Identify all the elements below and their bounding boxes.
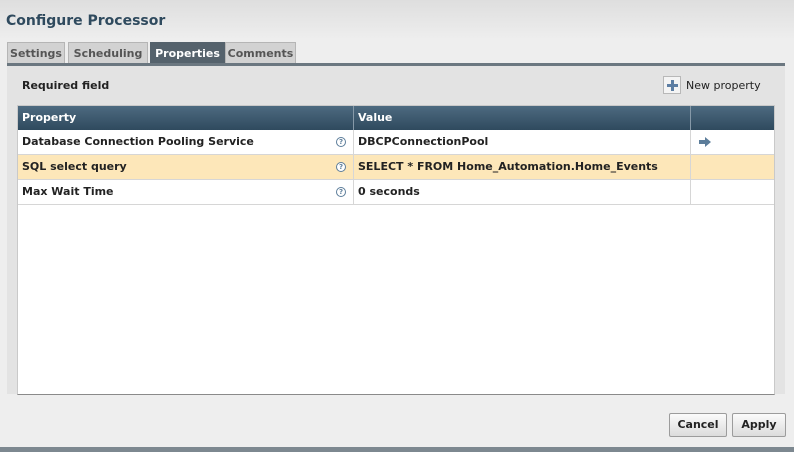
table-row[interactable]: Max Wait Time ? 0 seconds xyxy=(18,180,774,205)
tab-properties[interactable]: Properties xyxy=(150,42,225,64)
required-field-label: Required field xyxy=(22,79,110,92)
new-property-button[interactable]: New property xyxy=(663,76,761,94)
plus-icon xyxy=(663,76,681,94)
help-icon[interactable]: ? xyxy=(336,162,346,172)
property-name-cell: Max Wait Time xyxy=(18,180,354,204)
property-name-cell: Database Connection Pooling Service xyxy=(18,130,354,154)
property-value-cell[interactable]: SELECT * FROM Home_Automation.Home_Event… xyxy=(354,155,691,179)
table-row[interactable]: SQL select query ? SELECT * FROM Home_Au… xyxy=(18,155,774,180)
new-property-label: New property xyxy=(686,78,761,92)
column-header-value[interactable]: Value xyxy=(354,106,691,130)
tab-settings[interactable]: Settings xyxy=(7,42,65,64)
help-icon[interactable]: ? xyxy=(336,137,346,147)
tab-comments[interactable]: Comments xyxy=(225,42,296,64)
tab-scheduling[interactable]: Scheduling xyxy=(68,42,148,64)
configure-processor-dialog: Configure Processor Settings Scheduling … xyxy=(0,0,794,452)
apply-button[interactable]: Apply xyxy=(732,413,786,437)
bottom-divider xyxy=(0,447,794,452)
help-icon[interactable]: ? xyxy=(336,187,346,197)
cancel-button[interactable]: Cancel xyxy=(669,413,727,437)
table-row[interactable]: Database Connection Pooling Service ? DB… xyxy=(18,130,774,155)
property-name-cell: SQL select query xyxy=(18,155,354,179)
table-header: Property Value xyxy=(18,106,774,130)
dialog-title: Configure Processor xyxy=(6,13,166,29)
column-header-actions xyxy=(691,106,774,130)
properties-table: Property Value Database Connection Pooli… xyxy=(17,105,775,395)
column-header-property[interactable]: Property xyxy=(18,106,354,130)
property-value-cell[interactable]: DBCPConnectionPool xyxy=(354,130,691,154)
property-value-cell[interactable]: 0 seconds xyxy=(354,180,691,204)
goto-arrow-icon[interactable] xyxy=(698,136,712,148)
